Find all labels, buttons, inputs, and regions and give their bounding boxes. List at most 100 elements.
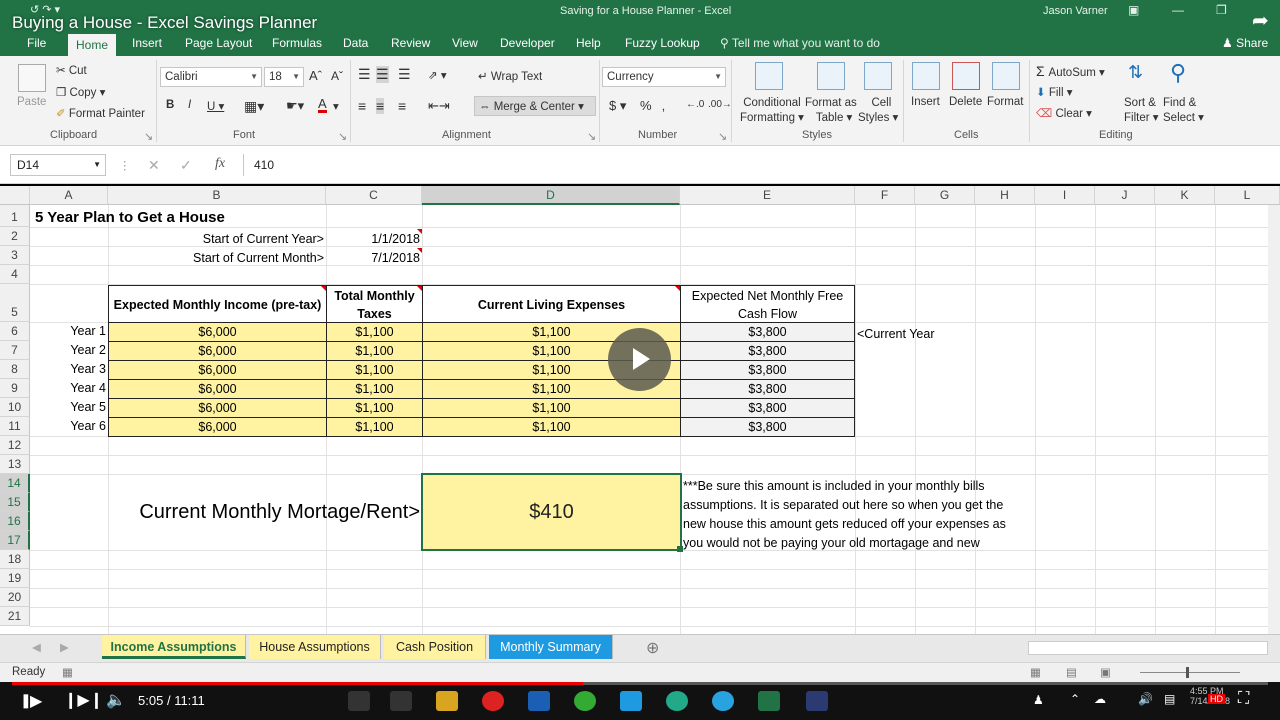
format-as-table-button[interactable]: Format as Table ▾	[805, 96, 857, 126]
formula-input[interactable]: 410	[243, 154, 1273, 176]
conditional-formatting-icon[interactable]	[755, 62, 783, 90]
income-cell[interactable]: $6,000	[108, 417, 327, 437]
tab-fuzzy-lookup[interactable]: Fuzzy Lookup	[625, 36, 700, 50]
cut-button[interactable]: ✂ Cut	[56, 63, 87, 77]
header-taxes[interactable]: Total Monthly Taxes	[326, 285, 423, 323]
free-cash-flow-cell[interactable]: $3,800	[680, 417, 855, 437]
tray-chevron-icon[interactable]: ⌃	[1070, 692, 1080, 706]
row-header[interactable]: 17	[0, 531, 30, 550]
vertical-scrollbar[interactable]	[1268, 205, 1280, 634]
enter-icon[interactable]: ✓	[180, 157, 192, 174]
income-cell[interactable]: $6,000	[108, 379, 327, 399]
column-header[interactable]: H	[975, 186, 1035, 205]
column-header[interactable]: L	[1215, 186, 1280, 205]
row-header[interactable]: 10	[0, 398, 30, 417]
captions-icon[interactable]: ▤	[1164, 692, 1175, 706]
taxes-cell[interactable]: $1,100	[326, 341, 423, 361]
tab-review[interactable]: Review	[391, 36, 430, 50]
year-label[interactable]: Year 1	[30, 324, 106, 338]
tab-help[interactable]: Help	[576, 36, 601, 50]
row-header[interactable]: 20	[0, 588, 30, 607]
font-name-select[interactable]: Calibri ▼	[160, 67, 262, 87]
row-header[interactable]: 2	[0, 227, 30, 246]
taxes-cell[interactable]: $1,100	[326, 417, 423, 437]
column-header[interactable]: A	[30, 186, 108, 205]
start-month-label[interactable]: Start of Current Month>	[110, 251, 324, 265]
number-format-select[interactable]: Currency ▼	[602, 67, 726, 87]
task-view-icon[interactable]	[390, 691, 412, 711]
increase-decimal-icon[interactable]: ←.0	[686, 99, 704, 110]
free-cash-flow-cell[interactable]: $3,800	[680, 379, 855, 399]
header-free-cash-flow[interactable]: Expected Net Monthly Free Cash Flow	[680, 285, 855, 323]
currency-icon[interactable]: $ ▾	[609, 98, 626, 114]
delete-cells-icon[interactable]	[952, 62, 980, 90]
insert-cells-button[interactable]: Insert	[911, 96, 940, 108]
app-taskbar-icon[interactable]	[806, 691, 828, 711]
comma-icon[interactable]: ‚	[662, 98, 665, 113]
tell-me-box[interactable]: ⚲ Tell me what you want to do	[720, 36, 880, 50]
start-year-label[interactable]: Start of Current Year>	[110, 232, 324, 246]
fill-color-icon[interactable]: ☛▾	[286, 98, 304, 114]
year-label[interactable]: Year 2	[30, 343, 106, 357]
chrome-icon[interactable]	[574, 691, 596, 711]
income-cell[interactable]: $6,000	[108, 322, 327, 342]
column-header[interactable]: I	[1035, 186, 1095, 205]
cloud-icon[interactable]: ☁	[1094, 692, 1106, 706]
telegram-icon[interactable]	[712, 691, 734, 711]
grow-font-icon[interactable]: Aˆ	[309, 68, 322, 83]
free-cash-flow-cell[interactable]: $3,800	[680, 398, 855, 418]
chevron-down-icon[interactable]: ▾	[333, 99, 339, 113]
row-header[interactable]: 21	[0, 607, 30, 626]
format-as-table-icon[interactable]	[817, 62, 845, 90]
number-launcher-icon[interactable]: ↘	[718, 130, 727, 143]
taxes-cell[interactable]: $1,100	[326, 398, 423, 418]
column-header[interactable]: G	[915, 186, 975, 205]
paste-button[interactable]: Paste	[17, 96, 46, 108]
excel-taskbar-icon[interactable]	[758, 691, 780, 711]
row-header[interactable]: 15	[0, 493, 30, 512]
sort-filter-button[interactable]: Sort & Filter ▾	[1124, 96, 1159, 126]
cancel-icon[interactable]: ✕	[148, 157, 160, 174]
play-overlay-icon[interactable]	[608, 328, 671, 391]
zoom-slider[interactable]	[1140, 672, 1240, 673]
share-video-icon[interactable]: ➦	[1252, 8, 1269, 33]
column-header[interactable]: C	[326, 186, 422, 205]
column-header[interactable]: J	[1095, 186, 1155, 205]
start-month-value[interactable]: 7/1/2018	[326, 251, 420, 265]
note-text[interactable]: ***Be sure this amount is included in yo…	[683, 477, 1006, 553]
bold-button[interactable]: B	[166, 99, 174, 111]
mortgage-value-cell[interactable]: $410	[421, 473, 682, 551]
row-header[interactable]: 12	[0, 436, 30, 455]
microphone-icon[interactable]	[348, 691, 370, 711]
play-icon[interactable]: ▶	[30, 691, 42, 711]
format-cells-button[interactable]: Format	[987, 96, 1023, 108]
select-all-corner[interactable]	[0, 186, 30, 205]
row-header[interactable]: 18	[0, 550, 30, 569]
year-label[interactable]: Year 5	[30, 400, 106, 414]
sheet-title[interactable]: 5 Year Plan to Get a House	[35, 209, 225, 226]
italic-button[interactable]: I	[188, 99, 191, 111]
year-label[interactable]: Year 6	[30, 419, 106, 433]
paste-icon[interactable]	[18, 64, 46, 92]
taxes-cell[interactable]: $1,100	[326, 379, 423, 399]
taxes-cell[interactable]: $1,100	[326, 322, 423, 342]
insert-function-icon[interactable]: fx	[215, 156, 225, 172]
prev-sheet-icon[interactable]: ◀	[32, 640, 41, 654]
decrease-decimal-icon[interactable]: .00→	[708, 99, 732, 110]
row-header[interactable]: 11	[0, 417, 30, 436]
file-explorer-icon[interactable]	[436, 691, 458, 711]
search-icon[interactable]: ⚲	[1170, 60, 1186, 86]
align-bottom-icon[interactable]: ☰	[398, 66, 411, 83]
hd-badge-icon[interactable]: HD	[1208, 694, 1225, 704]
sheet-tab-monthly-summary[interactable]: Monthly Summary	[489, 635, 613, 659]
clear-button[interactable]: ⌫ Clear ▾	[1036, 106, 1092, 120]
income-cell[interactable]: $6,000	[108, 398, 327, 418]
free-cash-flow-cell[interactable]: $3,800	[680, 322, 855, 342]
macro-record-icon[interactable]: ▦	[62, 665, 73, 679]
expenses-cell[interactable]: $1,100	[422, 417, 681, 437]
row-header[interactable]: 7	[0, 341, 30, 360]
align-top-icon[interactable]: ☰	[358, 66, 371, 83]
current-year-marker[interactable]: <Current Year	[857, 327, 934, 341]
sheet-tab-income-assumptions[interactable]: Income Assumptions	[102, 635, 246, 659]
percent-icon[interactable]: %	[640, 98, 652, 113]
